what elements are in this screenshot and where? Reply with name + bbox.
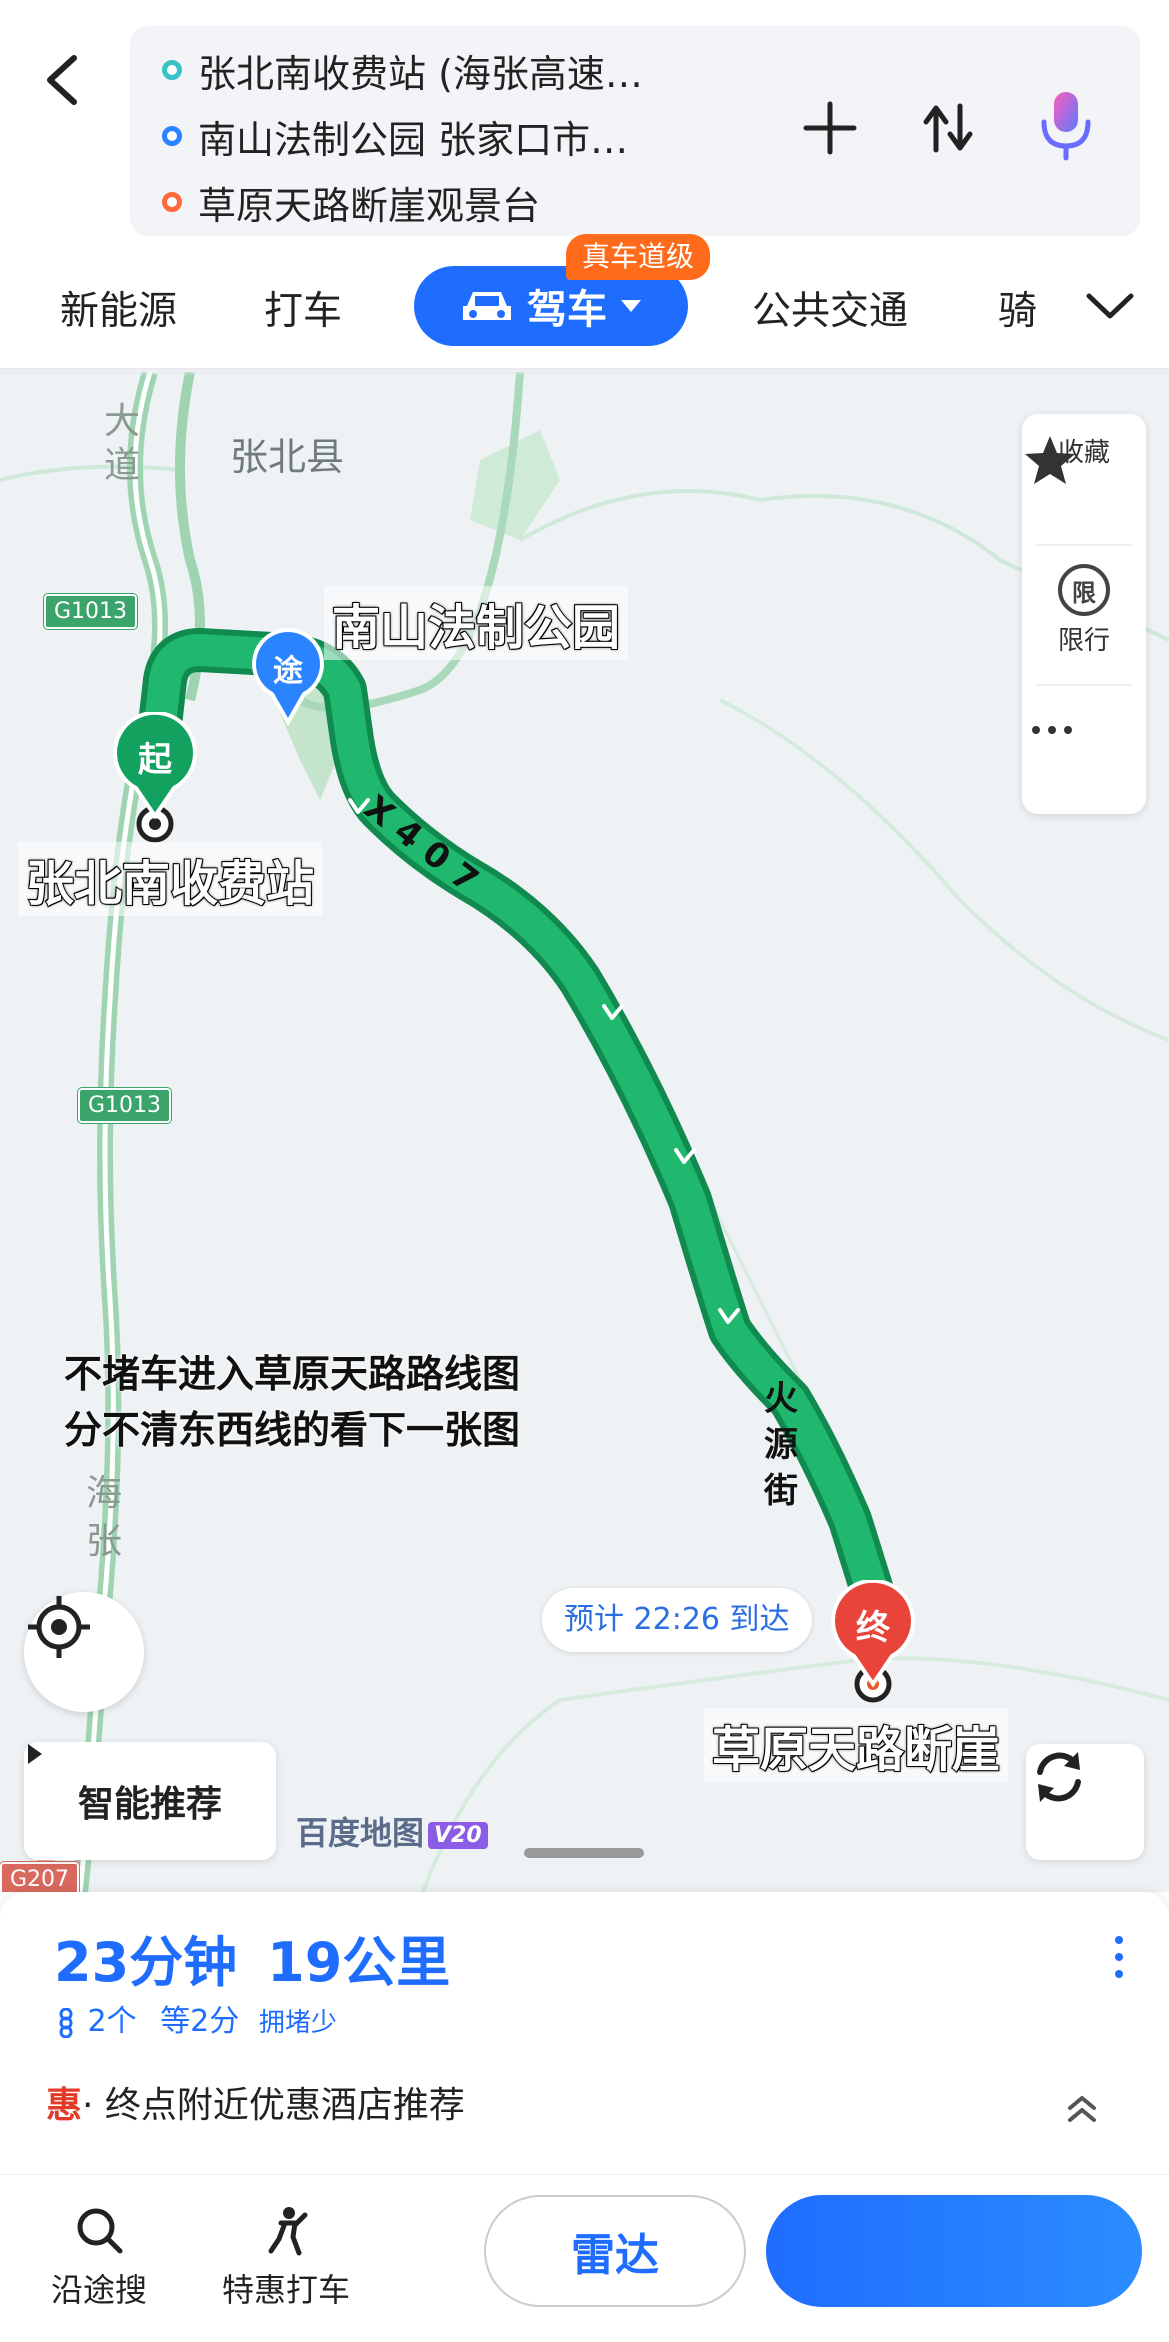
radar-button[interactable]: 雷达 <box>484 2195 746 2307</box>
swap-route-button[interactable] <box>908 88 988 168</box>
hotel-promo-text: · 终点附近优惠酒店推荐 <box>82 2085 465 2126</box>
search-icon <box>77 2208 123 2254</box>
annotation-via: 南山法制公园 <box>324 586 629 660</box>
microphone-icon <box>1041 92 1091 161</box>
end-point-text: 草原天路断崖观景台 <box>198 183 541 228</box>
search-along-button[interactable]: 沿途搜 <box>44 2203 154 2311</box>
route-duration: 23分钟 <box>54 1931 238 1994</box>
route-input-box: 张北南收费站 (海张高速… 南山法制公园 张家口市… 草原天路断崖观景台 <box>130 26 1140 236</box>
route-header: 张北南收费站 (海张高速… 南山法制公园 张家口市… 草原天路断崖观景台 新能源… <box>0 0 1169 376</box>
end-pin[interactable]: 终 <box>828 1580 918 1690</box>
baidu-map-watermark: 百度地图 V20 <box>296 1808 488 1854</box>
road-label-haizhang: 海张 <box>86 1473 123 1562</box>
eta-bubble: 预计 22:26 到达 <box>542 1588 812 1652</box>
watermark-text: 百度地图 <box>296 1814 425 1852</box>
highway-shield-g1013: G1013 <box>44 594 138 629</box>
side-divider <box>1036 684 1132 686</box>
star-icon <box>1025 436 1075 484</box>
discount-taxi-button[interactable]: 特惠打车 <box>214 2203 358 2311</box>
tab-cycling[interactable]: 骑 <box>998 280 1042 336</box>
start-point-text: 张北南收费站 (海张高速… <box>198 51 643 96</box>
favorite-button[interactable]: 收藏 <box>1022 432 1146 484</box>
chevron-down-icon <box>1086 293 1134 319</box>
caption-line-2: 分不清东西线的看下一张图 <box>64 1408 521 1452</box>
highway-shield-g207: G207 <box>0 1862 80 1892</box>
annotation-caption: 不堵车进入草原天路路线图 分不清东西线的看下一张图 <box>64 1346 520 1458</box>
transport-mode-tabs: 新能源 打车 驾车 真车道级 公共交通 骑 <box>0 234 1169 360</box>
restriction-button[interactable]: 限 限行 <box>1022 564 1146 657</box>
traffic-light-icon <box>59 2007 73 2038</box>
map-view[interactable]: X 4 0 7 张北县 大道 海张 G1013 G1013 G207 火源街 南… <box>0 372 1169 1892</box>
more-horizontal-icon <box>1032 726 1072 734</box>
start-dot-icon <box>162 60 182 80</box>
end-dot-icon <box>162 192 182 212</box>
refresh-icon <box>1037 1752 1081 1802</box>
tab-public-transit[interactable]: 公共交通 <box>752 280 908 336</box>
tab-new-energy[interactable]: 新能源 <box>60 280 177 336</box>
taxi-hail-icon <box>268 2207 308 2256</box>
smart-recommend-label: 智能推荐 <box>77 1784 222 1825</box>
route-options-button[interactable] <box>1104 1930 1134 1984</box>
locate-button[interactable] <box>24 1592 144 1712</box>
via-point-field[interactable]: 南山法制公园 张家口市… <box>162 106 628 166</box>
via-pin[interactable]: 途 <box>250 628 326 728</box>
sheet-drag-handle[interactable] <box>524 1848 644 1858</box>
header-divider <box>0 368 1169 376</box>
congestion-status: 拥堵少 <box>258 2008 337 2038</box>
car-icon <box>463 292 511 320</box>
refresh-route-button[interactable] <box>1026 1744 1144 1860</box>
start-pin-label: 起 <box>138 740 172 780</box>
road-label-x407: X 4 0 7 <box>356 788 485 901</box>
discount-icon: 惠 <box>46 2085 83 2126</box>
route-distance: 19公里 <box>267 1931 451 1994</box>
via-point-text: 南山法制公园 张家口市… <box>198 117 629 162</box>
more-modes-button[interactable] <box>1070 266 1150 346</box>
expand-promo-button[interactable] <box>1060 2086 1104 2130</box>
add-stop-button[interactable] <box>790 88 870 168</box>
highway-shield-g1013: G1013 <box>78 1088 172 1123</box>
restriction-label: 限行 <box>1057 626 1110 656</box>
route-sub-info: 2个 等2分 拥堵少 <box>54 1996 337 2040</box>
lane-level-badge: 真车道级 <box>566 234 711 280</box>
traffic-light-count: 2个 <box>87 2004 137 2039</box>
caption-line-1: 不堵车进入草原天路路线图 <box>64 1352 521 1396</box>
map-side-panel: 收藏 限 限行 <box>1022 414 1146 814</box>
back-button[interactable] <box>30 40 100 120</box>
discount-taxi-label: 特惠打车 <box>221 2271 350 2309</box>
start-point-field[interactable]: 张北南收费站 (海张高速… <box>162 40 643 100</box>
double-chevron-up-icon <box>1068 2096 1096 2122</box>
crosshair-icon <box>28 1596 90 1658</box>
place-label-zhangbei: 张北县 <box>230 435 345 479</box>
restriction-icon: 限 <box>1058 564 1110 616</box>
via-dot-icon <box>162 126 182 146</box>
swap-icon <box>923 103 973 153</box>
more-vertical-icon <box>1115 1936 1123 1978</box>
chevron-left-icon <box>47 55 77 105</box>
start-pin[interactable]: 起 <box>110 712 200 822</box>
route-summary[interactable]: 23分钟 19公里 <box>54 1918 480 1997</box>
start-navigation-button[interactable] <box>766 2195 1142 2307</box>
voice-button[interactable] <box>1026 86 1106 166</box>
caret-right-icon <box>28 1744 42 1764</box>
road-label-dadao: 大道 <box>104 401 141 486</box>
plus-icon <box>803 101 857 155</box>
app-root: 张北南收费站 (海张高速… 南山法制公园 张家口市… 草原天路断崖观景台 新能源… <box>0 0 1169 2342</box>
tab-drive-label: 驾车 <box>527 287 607 333</box>
end-point-field[interactable]: 草原天路断崖观景台 <box>162 172 540 232</box>
tab-taxi[interactable]: 打车 <box>264 280 342 336</box>
bottom-action-bar: 沿途搜 特惠打车 雷达 <box>0 2174 1169 2342</box>
watermark-badge: V20 <box>428 1821 488 1849</box>
annotation-start: 张北南收费站 <box>18 842 323 916</box>
more-button[interactable] <box>1022 710 1146 770</box>
caret-down-icon <box>621 300 641 312</box>
hotel-promo[interactable]: 惠· 终点附近优惠酒店推荐 <box>46 2076 465 2128</box>
via-pin-label: 途 <box>273 654 303 689</box>
annotation-end: 草原天路断崖 <box>704 1708 1009 1782</box>
road-label-huoyuan: 火源街 <box>764 1379 798 1511</box>
end-pin-label: 终 <box>856 1608 890 1648</box>
smart-recommend-button[interactable]: 智能推荐 <box>24 1742 276 1860</box>
search-along-label: 沿途搜 <box>50 2271 147 2309</box>
side-divider <box>1036 544 1132 546</box>
traffic-light-wait: 等2分 <box>160 2004 240 2039</box>
